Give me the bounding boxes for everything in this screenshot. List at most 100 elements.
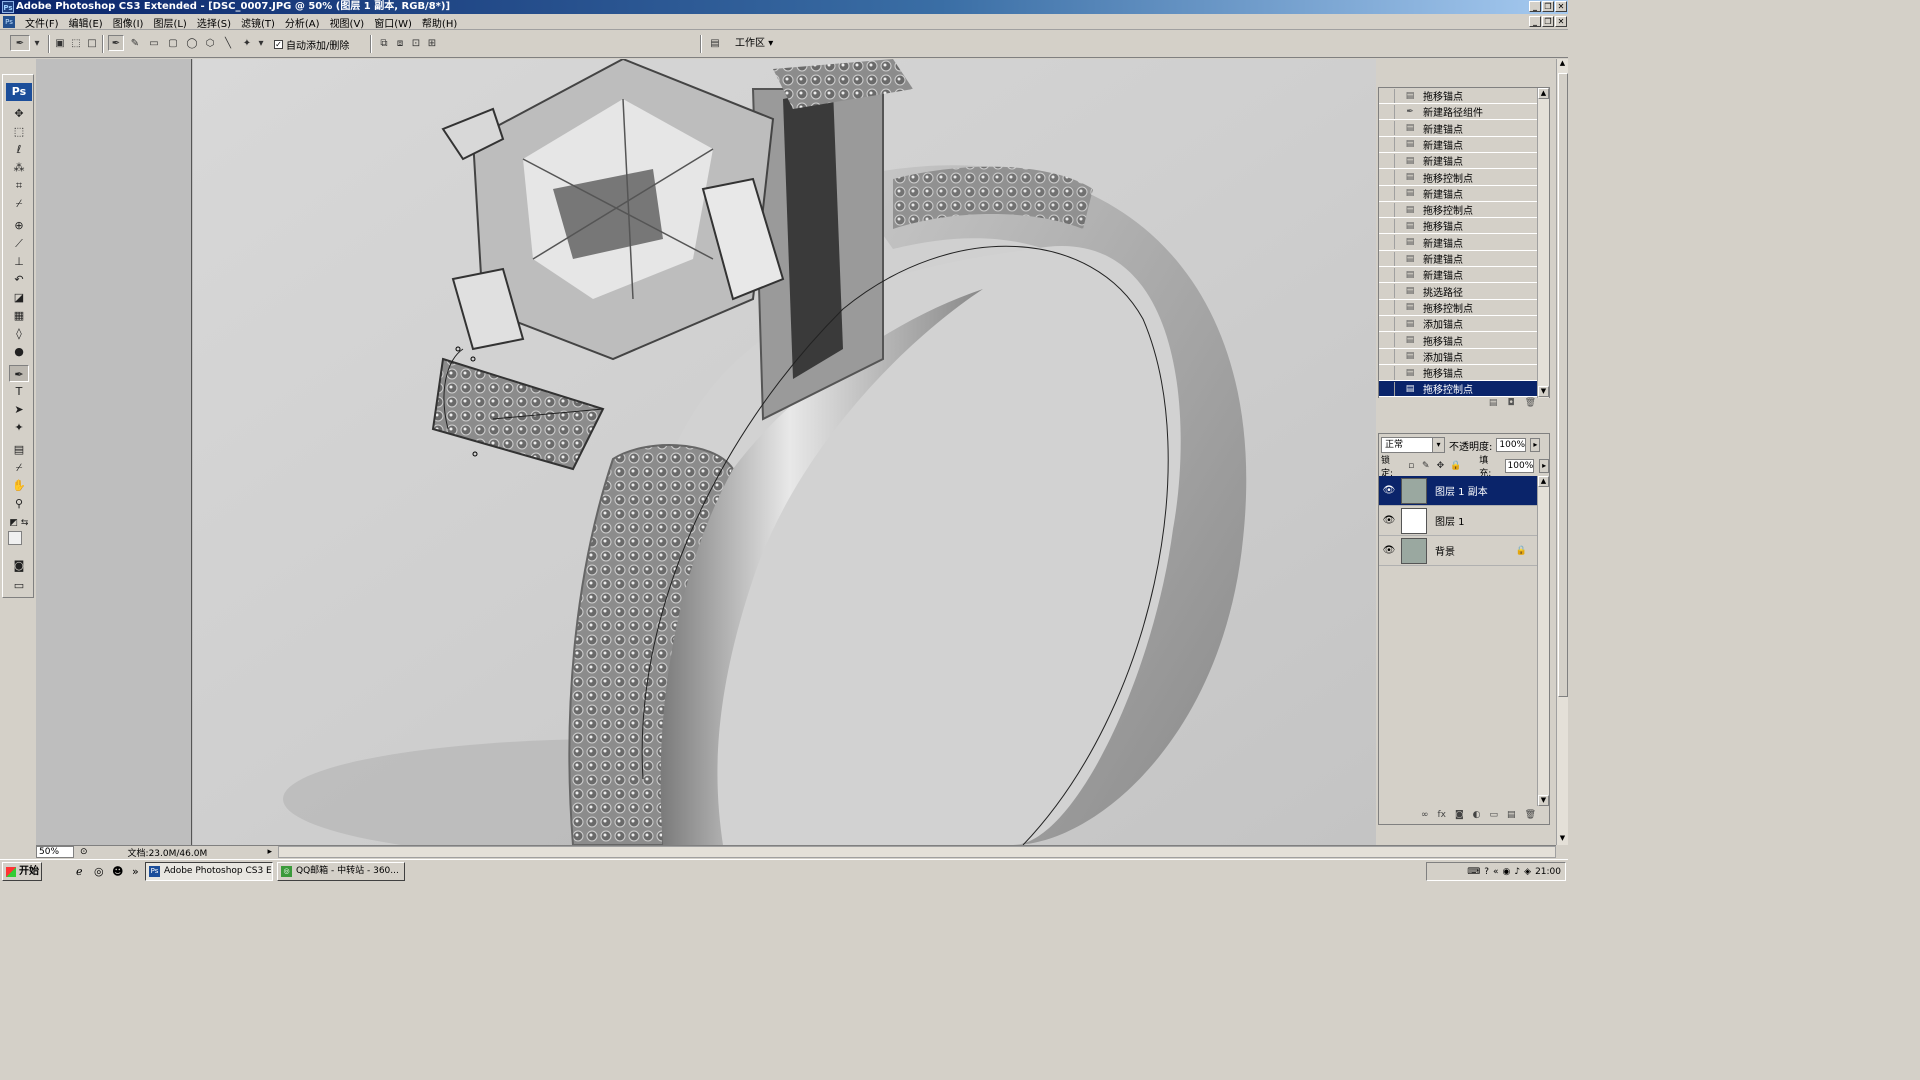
- pen-tool-option-icon[interactable]: ✒: [108, 35, 124, 51]
- photoshop-logo[interactable]: Ps: [6, 83, 32, 101]
- history-brush-source-box[interactable]: [1381, 88, 1395, 103]
- lock-transparency-icon[interactable]: ▫: [1406, 461, 1416, 471]
- type-tool-icon[interactable]: T: [9, 383, 29, 400]
- keyboard-icon[interactable]: ⌨: [1467, 867, 1480, 877]
- gradient-tool-icon[interactable]: ▦: [9, 307, 29, 324]
- document-image[interactable]: [193, 59, 1376, 845]
- scroll-up-icon[interactable]: ▲: [1538, 476, 1549, 487]
- history-brush-source-box[interactable]: [1381, 365, 1395, 380]
- visibility-eye-icon[interactable]: 👁: [1382, 544, 1396, 558]
- browser-quicklaunch-icon[interactable]: ◎: [94, 865, 104, 878]
- new-snapshot-icon[interactable]: ◘: [1507, 398, 1514, 412]
- history-brush-source-box[interactable]: [1381, 202, 1395, 217]
- menu-filter[interactable]: 滤镜(T): [236, 15, 280, 30]
- history-item[interactable]: ▤ 拖移控制点: [1379, 202, 1537, 219]
- line-option-icon[interactable]: ╲: [220, 35, 236, 51]
- path-selection-tool-icon[interactable]: ➤: [9, 401, 29, 418]
- history-item[interactable]: ▤ 拖移控制点: [1379, 170, 1537, 186]
- crop-tool-icon[interactable]: ⌗: [9, 177, 29, 194]
- layer-name[interactable]: 图层 1: [1435, 513, 1465, 528]
- opacity-input[interactable]: 100%: [1496, 438, 1527, 452]
- fill-slider-arrow-icon[interactable]: ▸: [1539, 459, 1549, 473]
- rectangle-option-icon[interactable]: ▭: [146, 35, 162, 51]
- history-brush-source-box[interactable]: [1381, 349, 1395, 364]
- menu-analysis[interactable]: 分析(A): [280, 15, 325, 30]
- history-brush-source-box[interactable]: [1381, 284, 1395, 299]
- history-item[interactable]: ▤ 新建锚点: [1379, 235, 1537, 251]
- menu-select[interactable]: 选择(S): [192, 15, 236, 30]
- rounded-rectangle-option-icon[interactable]: ▢: [165, 35, 181, 51]
- hand-tool-icon[interactable]: ✋: [9, 477, 29, 494]
- layer-name[interactable]: 背景: [1435, 543, 1455, 558]
- history-brush-source-box[interactable]: [1381, 186, 1395, 201]
- adjustment-layer-icon[interactable]: ◐: [1473, 810, 1481, 824]
- new-layer-icon[interactable]: ▤: [1507, 810, 1516, 824]
- canvas-vertical-scrollbar[interactable]: ▲ ▼: [1556, 59, 1568, 845]
- screen-mode-icon[interactable]: ▭: [9, 577, 29, 594]
- menu-layer[interactable]: 图层(L): [148, 15, 191, 30]
- custom-shape-tool-icon[interactable]: ✦: [9, 419, 29, 436]
- history-item[interactable]: ▤ 新建锚点: [1379, 267, 1537, 284]
- document-canvas-area[interactable]: [36, 59, 1376, 845]
- freeform-pen-option-icon[interactable]: ✎: [127, 35, 143, 51]
- layers-scrollbar[interactable]: ▲ ▼: [1537, 476, 1549, 806]
- visibility-eye-icon[interactable]: 👁: [1382, 484, 1396, 498]
- doc-close-button[interactable]: ✕: [1555, 16, 1567, 27]
- history-brush-source-box[interactable]: [1381, 316, 1395, 331]
- canvas-horizontal-scrollbar[interactable]: [278, 846, 1556, 858]
- foreground-color-swatch[interactable]: [8, 531, 22, 545]
- eyedropper-tool-icon[interactable]: ⌿: [9, 195, 29, 212]
- history-item[interactable]: ▤ 新建锚点: [1379, 153, 1537, 170]
- polygon-option-icon[interactable]: ⬡: [202, 35, 218, 51]
- history-item[interactable]: ▤ 拖移锚点: [1379, 365, 1537, 382]
- clone-stamp-tool-icon[interactable]: ⊥: [9, 253, 29, 270]
- new-group-icon[interactable]: ▭: [1490, 810, 1499, 824]
- tool-preset-dropdown-icon[interactable]: ▾: [32, 35, 42, 51]
- document-icon[interactable]: Ps: [3, 16, 15, 28]
- menu-edit[interactable]: 编辑(E): [64, 15, 108, 30]
- history-brush-source-box[interactable]: [1381, 153, 1395, 168]
- more-quicklaunch-icon[interactable]: »: [132, 865, 139, 878]
- combine-mode-intersect-icon[interactable]: ⊡: [408, 35, 424, 51]
- ie-icon[interactable]: ℯ: [76, 865, 83, 878]
- scroll-thumb[interactable]: [1558, 73, 1568, 697]
- lock-position-icon[interactable]: ✥: [1436, 461, 1446, 471]
- tool-preset-picker[interactable]: ✒: [10, 35, 30, 51]
- history-item[interactable]: ✒ 新建路径组件: [1379, 104, 1537, 121]
- history-item[interactable]: ▤ 拖移锚点: [1379, 333, 1537, 349]
- brush-tool-icon[interactable]: ⟋: [9, 235, 29, 252]
- fill-input[interactable]: 100%: [1504, 459, 1535, 473]
- layer-style-icon[interactable]: fx: [1437, 810, 1446, 824]
- blur-tool-icon[interactable]: ◊: [9, 325, 29, 342]
- paths-mode-icon[interactable]: ⬚: [68, 35, 84, 51]
- trash-icon[interactable]: 🗑: [1525, 810, 1536, 824]
- auto-add-delete-checkbox[interactable]: ✓: [274, 40, 283, 49]
- layer-name[interactable]: 图层 1 副本: [1435, 483, 1488, 498]
- quick-mask-icon[interactable]: ◙: [9, 557, 29, 574]
- history-item[interactable]: ▤ 添加锚点: [1379, 316, 1537, 333]
- taskbar-button[interactable]: ◎ QQ邮箱 - 中转站 - 360...: [277, 862, 405, 881]
- history-brush-source-box[interactable]: [1381, 333, 1395, 347]
- combine-mode-subtract-icon[interactable]: ⧈: [392, 35, 408, 51]
- history-item[interactable]: ▤ 拖移锚点: [1379, 88, 1537, 104]
- history-brush-source-box[interactable]: [1381, 381, 1395, 396]
- lock-image-pixels-icon[interactable]: ✎: [1421, 461, 1431, 471]
- history-scrollbar[interactable]: ▲ ▼: [1537, 88, 1549, 411]
- history-item[interactable]: ▤ 新建锚点: [1379, 251, 1537, 267]
- ellipse-option-icon[interactable]: ◯: [184, 35, 200, 51]
- app-icon[interactable]: Ps: [2, 1, 14, 13]
- history-brush-tool-icon[interactable]: ↶: [9, 271, 29, 288]
- layer-row[interactable]: 👁 背景 🔒: [1379, 536, 1537, 566]
- layer-row[interactable]: 👁 图层 1 副本: [1379, 476, 1537, 506]
- quick-selection-tool-icon[interactable]: ⁂: [9, 159, 29, 176]
- trash-icon[interactable]: 🗑: [1525, 398, 1536, 412]
- pen-tool-icon[interactable]: ✒: [9, 365, 29, 382]
- security-icon[interactable]: ◈: [1524, 867, 1531, 877]
- history-brush-source-box[interactable]: [1381, 104, 1395, 119]
- status-menu-arrow-icon[interactable]: ▸: [268, 847, 273, 857]
- close-button[interactable]: ✕: [1555, 1, 1567, 12]
- doc-restore-button[interactable]: ❐: [1542, 16, 1554, 27]
- qq-icon[interactable]: ☻: [112, 865, 123, 878]
- menu-file[interactable]: 文件(F): [20, 15, 64, 30]
- history-brush-source-box[interactable]: [1381, 218, 1395, 233]
